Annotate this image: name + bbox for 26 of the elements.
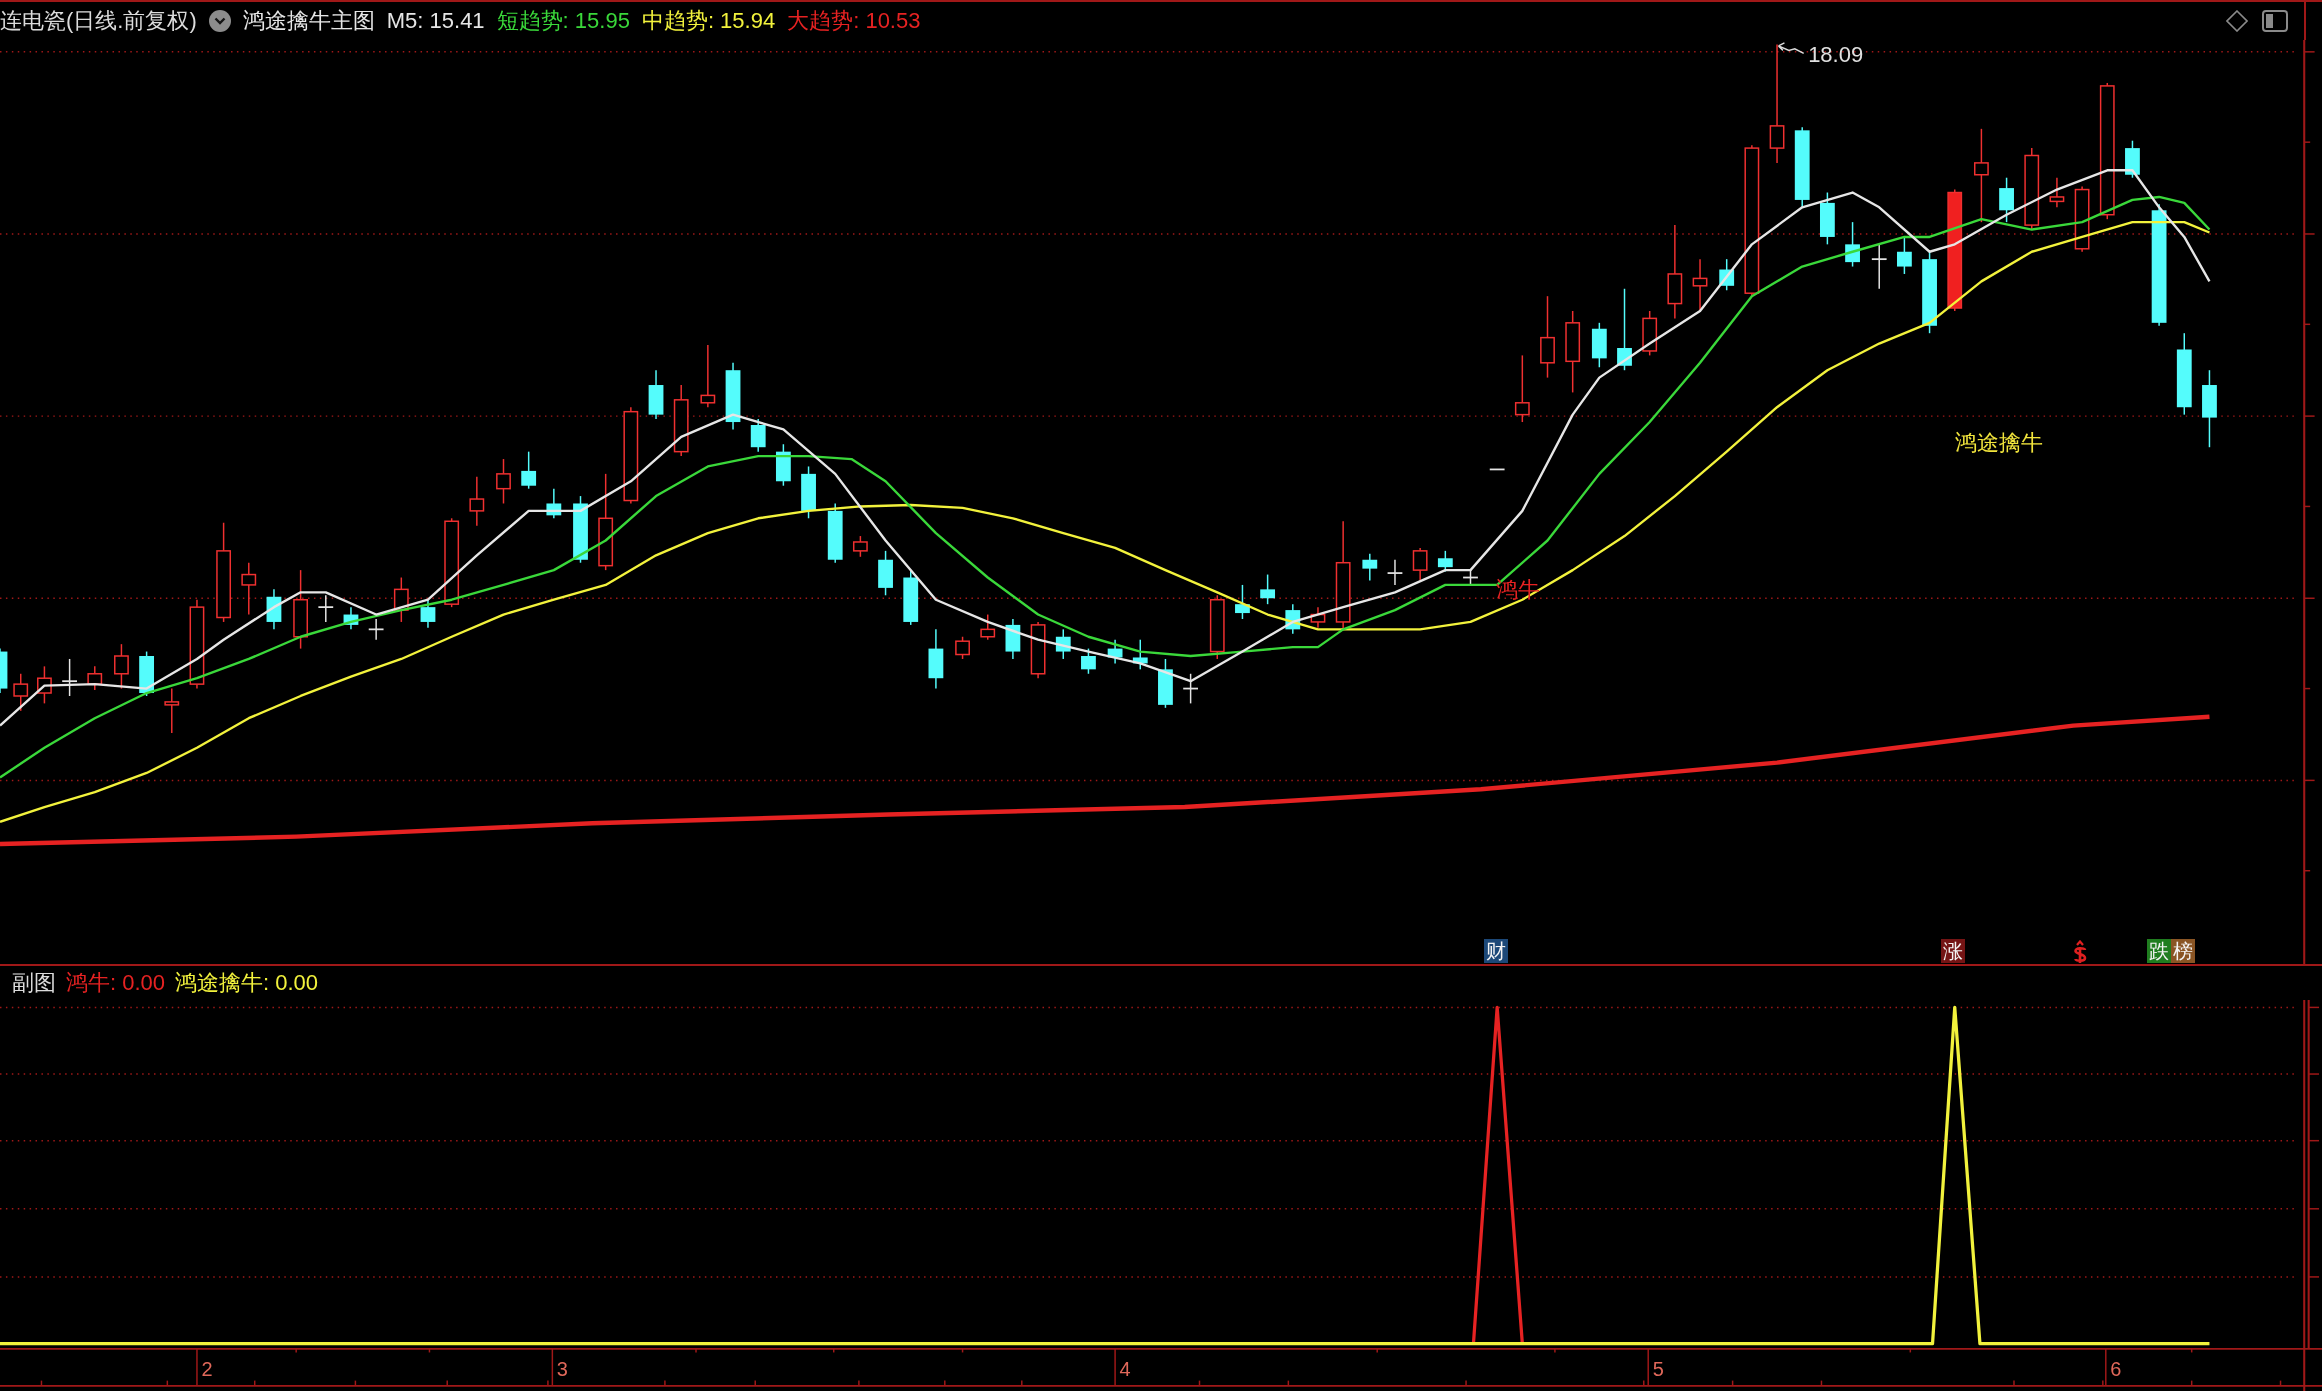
stock-title: 连电瓷(日线.前复权) [0, 10, 197, 32]
signal-label: 鸿牛 [1495, 578, 1540, 601]
panel-title: 副图 [11, 972, 56, 994]
axis-label: 2 [201, 1358, 213, 1381]
panel-toggle-icon[interactable] [2262, 10, 2288, 32]
indicator-reading: 鸿途擒牛: 0.00 [175, 972, 319, 994]
signal-label: 鸿途擒牛 [1954, 432, 2043, 455]
axis-label: 4 [1119, 1358, 1131, 1381]
indicator-reading: M5: 15.41 [386, 10, 485, 32]
info-tag[interactable]: 跌 [2147, 939, 2172, 963]
dropdown-icon[interactable] [208, 10, 231, 32]
leader-line [1777, 42, 1805, 55]
indicator-name[interactable]: 鸿途擒牛主图 [242, 10, 375, 32]
axis-label: 6 [2110, 1358, 2122, 1381]
diamond-icon[interactable] [2226, 10, 2248, 32]
indicator-reading: 短趋势: 15.95 [496, 10, 630, 32]
indicator-reading: 大趋势: 10.53 [787, 10, 921, 32]
info-tag[interactable]: 涨 [1941, 939, 1966, 963]
info-tag[interactable]: 财 [1483, 939, 1508, 963]
info-tag[interactable]: 榜 [2170, 939, 2195, 963]
price-label: 18.09 [1808, 44, 1864, 66]
dollar-icon[interactable] [2073, 940, 2088, 964]
axis-label: 5 [1652, 1358, 1664, 1381]
axis-label: 3 [556, 1358, 568, 1381]
indicator-reading: 鸿牛: 0.00 [66, 972, 166, 994]
indicator-reading: 中趋势: 15.94 [641, 10, 776, 32]
